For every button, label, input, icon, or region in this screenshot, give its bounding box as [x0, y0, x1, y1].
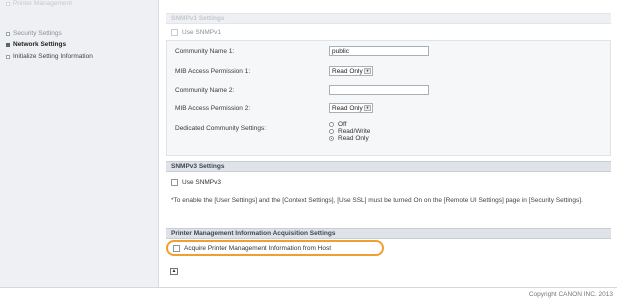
- printer-management-heading: Printer Management Information Acquisiti…: [166, 228, 611, 239]
- community-name-1-input[interactable]: [329, 46, 429, 56]
- use-snmpv1-row: Use SNMPv1: [166, 27, 611, 38]
- dropdown-arrow-icon: ▼: [364, 105, 371, 111]
- snmpv3-note: *To enable the [User Settings] and the […: [171, 197, 583, 204]
- sidebar-item-label: Network Settings: [13, 41, 67, 48]
- dropdown-arrow-icon: ▼: [364, 68, 371, 74]
- radio-option-read-write[interactable]: Read/Write: [329, 128, 370, 135]
- copyright-text: Copyright CANON INC. 2013: [528, 291, 613, 298]
- snmpv1-settings-panel: Community Name 1: MIB Access Permission …: [166, 40, 611, 156]
- mib-access-permission-2-label: MIB Access Permission 2:: [175, 105, 251, 112]
- community-name-2-input[interactable]: [329, 85, 429, 95]
- sidebar-item-label: Initialize Setting Information: [13, 53, 93, 60]
- mib-access-permission-1-value: Read Only: [332, 67, 363, 75]
- dedicated-community-settings-label: Dedicated Community Settings:: [175, 125, 267, 132]
- use-snmpv3-checkbox[interactable]: [171, 179, 178, 186]
- use-snmpv3-row: Use SNMPv3: [166, 177, 611, 188]
- radio-option-label: Off: [338, 121, 347, 128]
- use-snmpv1-checkbox[interactable]: [171, 29, 178, 36]
- snmpv1-heading: SNMPv1 Settings: [166, 13, 611, 24]
- sidebar-item-label: Printer Management: [13, 0, 72, 7]
- community-name-2-label: Community Name 2:: [175, 87, 235, 94]
- footer: Copyright CANON INC. 2013: [0, 287, 617, 300]
- sidebar-item-network-settings[interactable]: Network Settings: [6, 40, 66, 49]
- sidebar-item-security-settings[interactable]: Security Settings: [6, 29, 62, 38]
- page-top-icon[interactable]: ▲: [170, 268, 178, 275]
- snmpv3-heading: SNMPv3 Settings: [166, 161, 611, 172]
- radio-option-label: Read Only: [338, 135, 369, 142]
- use-snmpv1-label: Use SNMPv1: [182, 29, 222, 36]
- mib-access-permission-1-select[interactable]: Read Only ▼: [329, 66, 373, 76]
- sidebar-bullet-icon: [6, 31, 10, 36]
- mib-access-permission-1-label: MIB Access Permission 1:: [175, 68, 251, 75]
- sidebar-bullet-icon: [6, 54, 10, 59]
- community-name-1-label: Community Name 1:: [175, 48, 235, 55]
- printer-management-heading-text: Printer Management Information Acquisiti…: [171, 230, 336, 237]
- sidebar: Printer Management Security Settings Net…: [0, 0, 159, 287]
- dedicated-community-radio-group: Off Read/Write Read Only: [329, 121, 370, 142]
- radio-button-selected[interactable]: [329, 136, 334, 141]
- use-snmpv3-label: Use SNMPv3: [182, 179, 222, 186]
- sidebar-item-initialize-setting-information[interactable]: Initialize Setting Information: [6, 52, 93, 61]
- radio-option-off[interactable]: Off: [329, 121, 370, 128]
- sidebar-item-printer-management[interactable]: Printer Management: [6, 0, 72, 8]
- radio-option-read-only[interactable]: Read Only: [329, 135, 370, 142]
- mib-access-permission-2-value: Read Only: [332, 104, 363, 112]
- mib-access-permission-2-select[interactable]: Read Only ▼: [329, 103, 373, 113]
- snmpv3-heading-text: SNMPv3 Settings: [171, 163, 225, 170]
- radio-option-label: Read/Write: [338, 128, 371, 135]
- sidebar-bullet-icon: [6, 42, 10, 47]
- sidebar-bullet-icon: [6, 1, 10, 6]
- radio-button[interactable]: [329, 129, 334, 134]
- sidebar-item-label: Security Settings: [13, 30, 62, 37]
- page: Printer Management Security Settings Net…: [0, 0, 617, 300]
- snmpv1-heading-text: SNMPv1 Settings: [171, 15, 225, 22]
- radio-button[interactable]: [329, 122, 334, 127]
- highlight-outline: [166, 240, 384, 256]
